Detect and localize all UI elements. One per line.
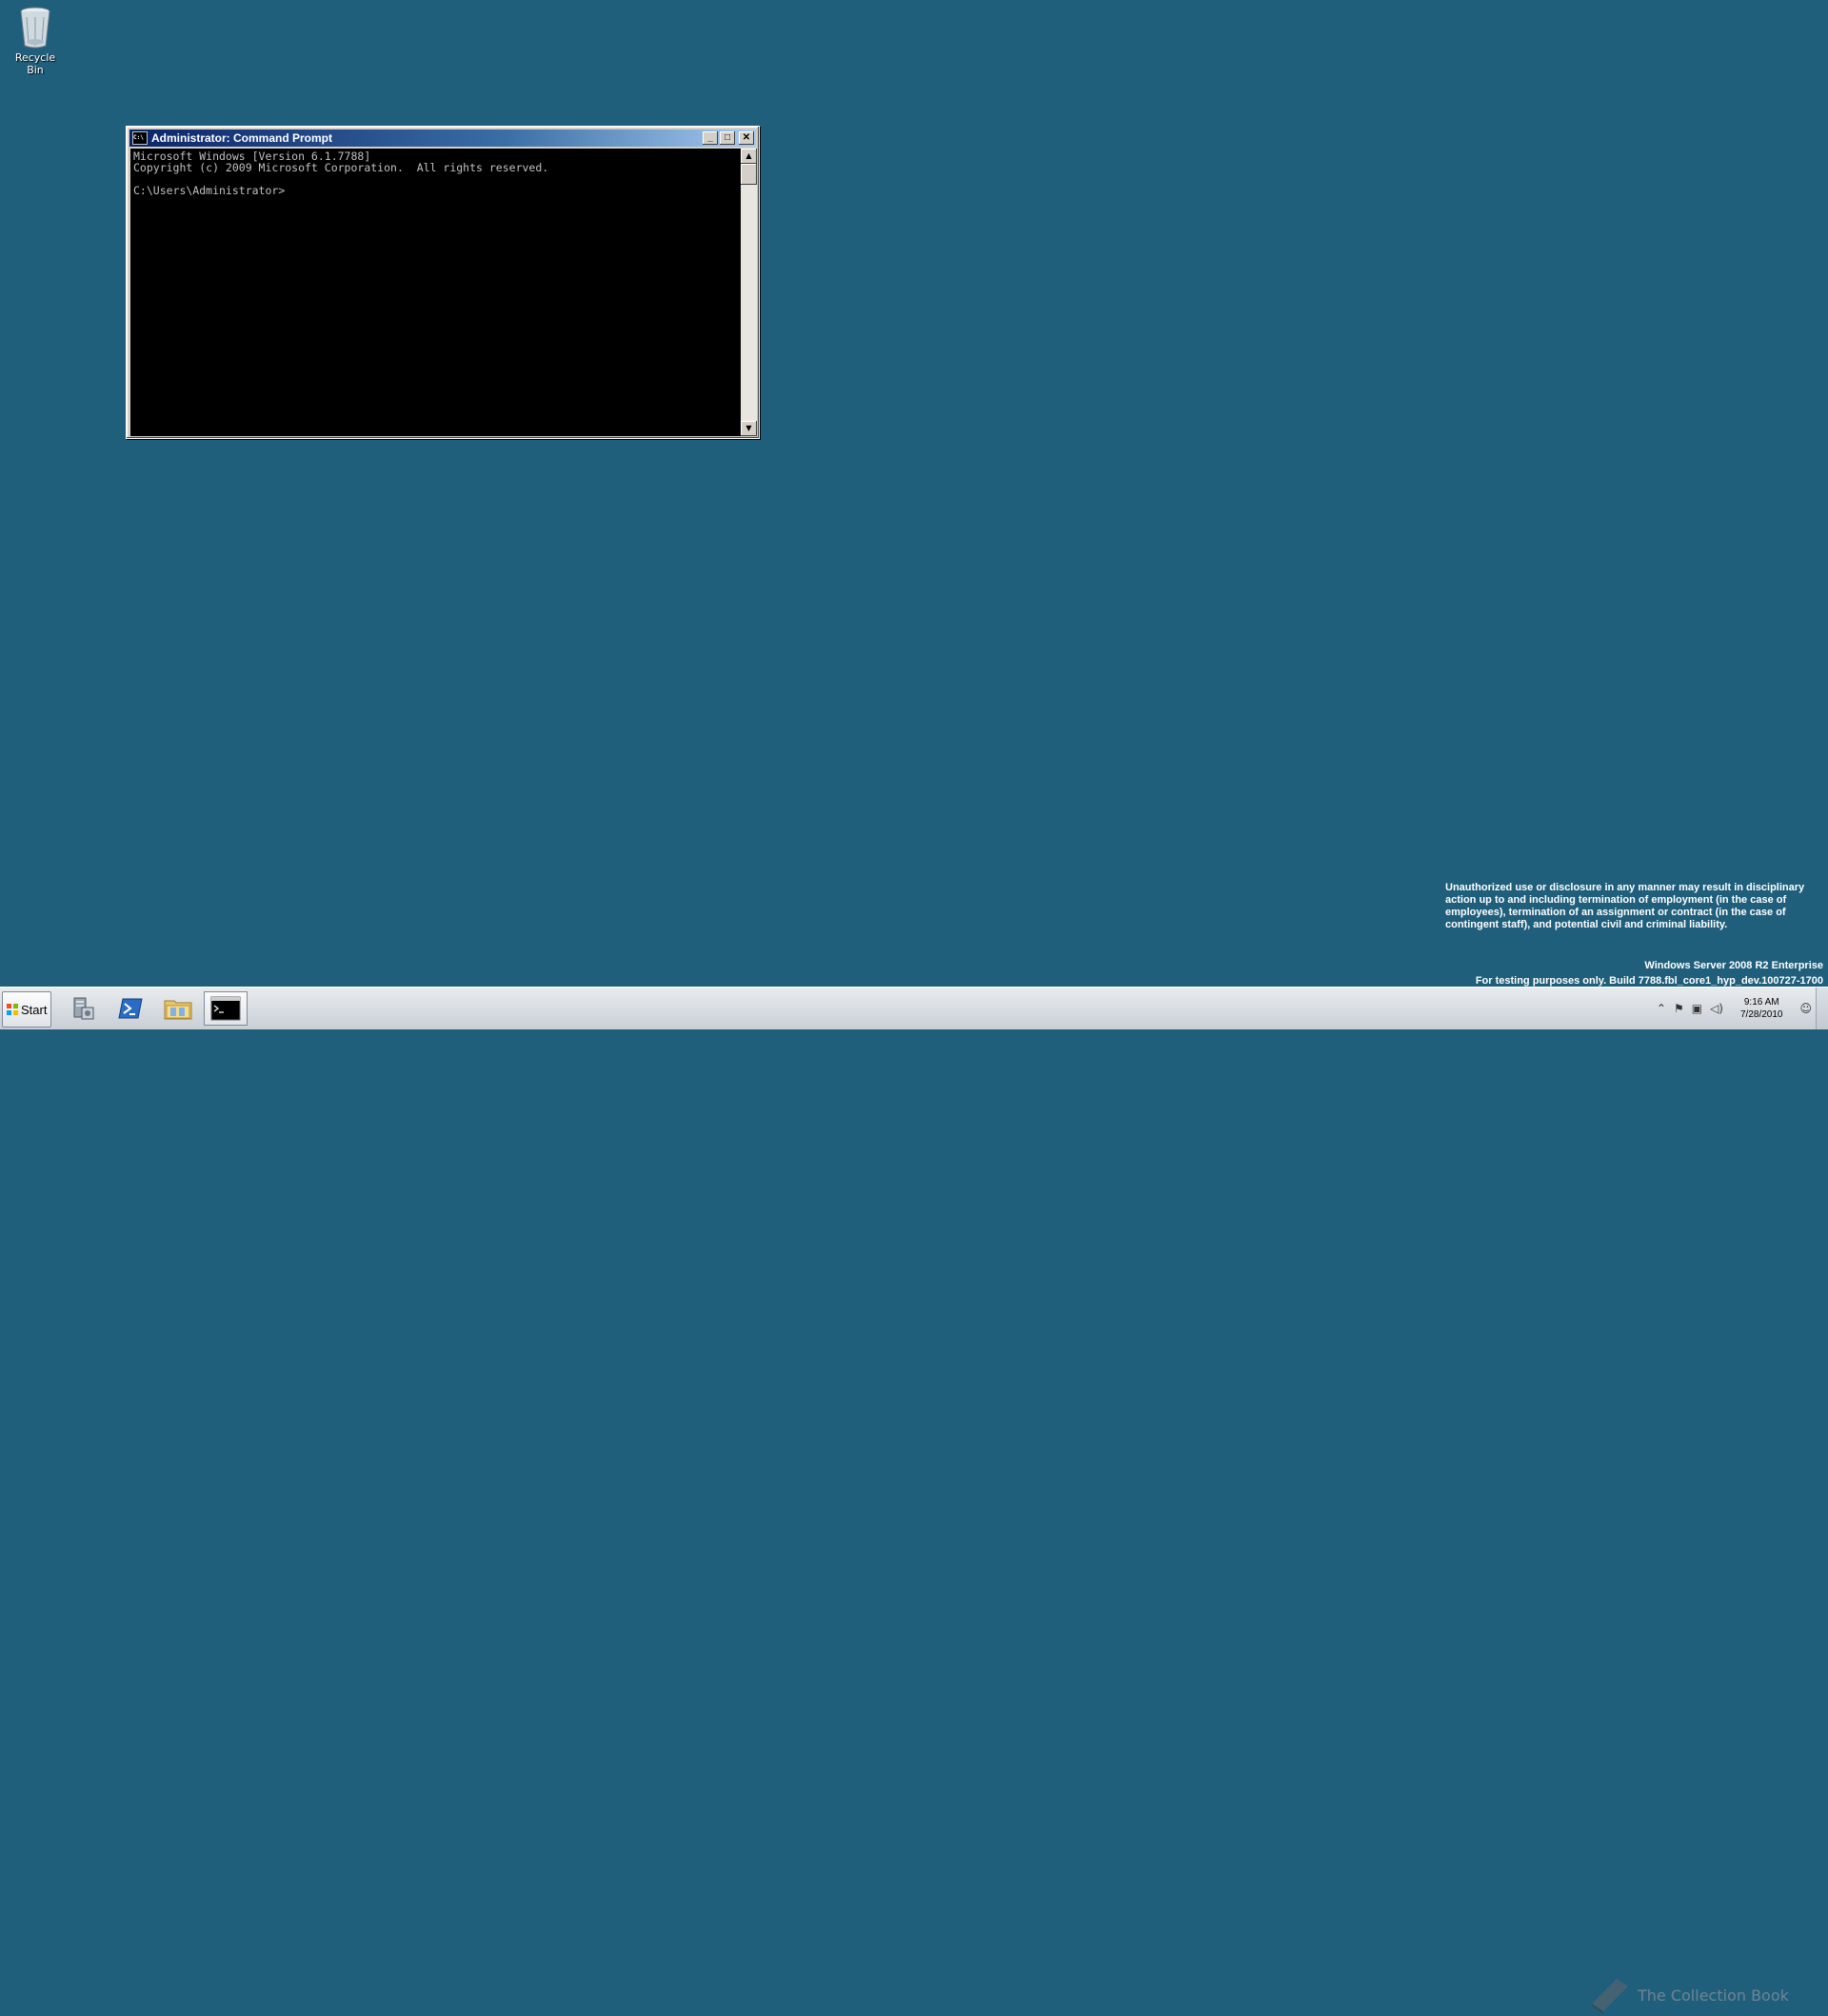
legal-notice: Unauthorized use or disclosure in any ma… xyxy=(1445,882,1805,930)
explorer-folder-icon xyxy=(164,1000,192,1020)
taskbar-command-prompt[interactable] xyxy=(204,991,248,1026)
start-button[interactable]: Start xyxy=(2,991,51,1028)
server-manager-icon xyxy=(73,997,94,1020)
edition-info: Windows Server 2008 R2 Enterprise For te… xyxy=(1476,958,1823,988)
taskbar: Start The Collection Book ⌃ ⚑ ▣ ◁) 9:16 … xyxy=(0,987,1828,2014)
command-prompt-app-icon: C:\ xyxy=(132,131,148,145)
edition-name: Windows Server 2008 R2 Enterprise xyxy=(1644,960,1823,971)
network-icon[interactable]: ▣ xyxy=(1692,1002,1702,1015)
close-button[interactable]: ✕ xyxy=(739,131,754,145)
action-center-flag-icon[interactable]: ⚑ xyxy=(1674,1002,1684,1015)
scroll-up-arrow-icon[interactable]: ▲ xyxy=(741,149,757,164)
taskbar-powershell[interactable] xyxy=(110,991,150,1026)
scroll-thumb[interactable] xyxy=(741,164,757,185)
minimize-button[interactable]: _ xyxy=(703,131,718,145)
clock[interactable]: 9:16 AM 7/28/2010 xyxy=(1740,996,1783,1021)
maximize-button[interactable]: □ xyxy=(720,131,735,145)
watermark-text: The Collection Book xyxy=(1638,1986,1789,2005)
taskbar-explorer[interactable] xyxy=(158,991,198,1026)
user-icon[interactable]: ☺ xyxy=(1799,1002,1812,1015)
clock-time: 9:16 AM xyxy=(1743,997,1779,1008)
system-tray: ⌃ ⚑ ▣ ◁) 9:16 AM 7/28/2010 ☺ xyxy=(1653,988,1828,1029)
recycle-bin-icon xyxy=(20,7,50,49)
desktop-icon-recycle-bin[interactable]: Recycle Bin xyxy=(6,6,65,76)
console-prompt-line: C:\Users\Administrator> xyxy=(133,184,286,197)
clock-date: 7/28/2010 xyxy=(1739,1009,1783,1020)
command-prompt-icon xyxy=(210,996,241,1021)
vertical-scrollbar[interactable]: ▲ ▼ xyxy=(741,149,757,436)
taskbar-server-manager[interactable] xyxy=(63,991,103,1026)
volume-icon[interactable]: ◁) xyxy=(1710,1002,1723,1015)
scroll-down-arrow-icon[interactable]: ▼ xyxy=(741,421,757,436)
console-output[interactable]: Microsoft Windows [Version 6.1.7788] Copy… xyxy=(130,149,741,436)
command-prompt-window[interactable]: C:\ Administrator: Command Prompt _ □ ✕ … xyxy=(126,126,760,439)
start-label: Start xyxy=(21,1002,48,1017)
window-titlebar[interactable]: C:\ Administrator: Command Prompt _ □ ✕ xyxy=(129,130,756,147)
show-desktop-button[interactable] xyxy=(1816,988,1828,1029)
windows-flag-icon xyxy=(7,1004,18,1015)
book-icon xyxy=(1592,1979,1628,2014)
show-hidden-icons-icon[interactable]: ⌃ xyxy=(1657,1002,1666,1015)
window-title: Administrator: Command Prompt xyxy=(151,131,333,145)
collection-book-watermark: The Collection Book xyxy=(1588,1974,1789,2016)
powershell-icon xyxy=(118,998,143,1019)
console-line: Copyright (c) 2009 Microsoft Corporation… xyxy=(133,161,549,174)
recycle-bin-label: Recycle Bin xyxy=(14,51,56,76)
